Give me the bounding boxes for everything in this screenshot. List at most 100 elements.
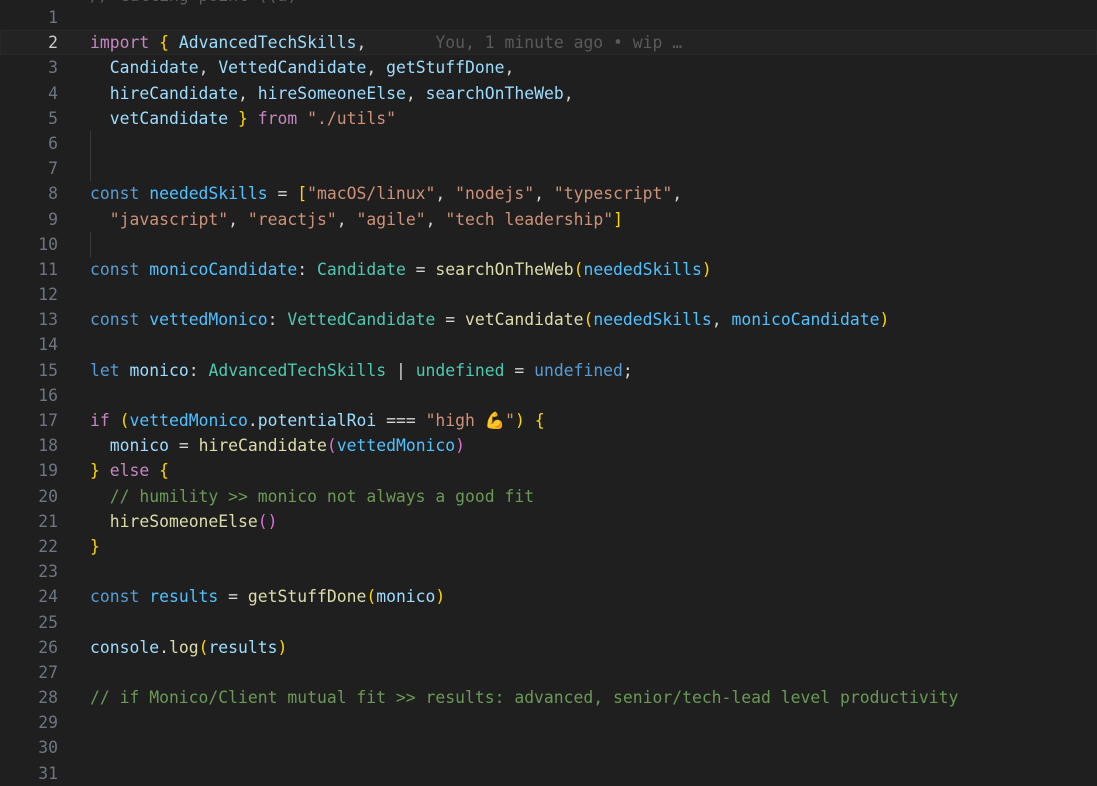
line-number: 6 <box>48 133 58 153</box>
code-line[interactable]: 22} <box>0 534 1097 559</box>
code-text[interactable]: const neededSkills = ["macOS/linux", "no… <box>90 181 682 206</box>
code-token: ( <box>326 436 337 456</box>
code-text[interactable]: hireCandidate, hireSomeoneElse, searchOn… <box>90 81 574 106</box>
code-token: hireSomeoneElse <box>257 83 406 103</box>
code-token: ) <box>879 310 890 330</box>
code-line[interactable]: 11 const monicoCandidate: Candidate = sea… <box>0 257 1097 282</box>
code-editor[interactable]: // Cutting point ((a) 12import { Advance… <box>0 0 1097 786</box>
code-line[interactable]: 23 <box>0 559 1097 584</box>
code-line[interactable]: 25 <box>0 610 1097 635</box>
code-line[interactable]: 17 if (vettedMonico.potentialRoi === "hig… <box>0 408 1097 433</box>
code-line[interactable]: 16 <box>0 383 1097 408</box>
code-token: "javascript" <box>109 209 229 229</box>
line-number: 10 <box>38 234 58 254</box>
code-token: getStuffDone <box>386 58 505 78</box>
code-text[interactable]: const monicoCandidate: Candidate = searc… <box>90 257 712 282</box>
line-number: 20 <box>38 486 58 506</box>
code-text[interactable]: const results = getStuffDone(monico) <box>90 584 445 609</box>
indent-guide <box>90 156 91 182</box>
code-line[interactable]: 26 console.log(results) <box>0 635 1097 660</box>
code-line[interactable]: 20 // humility >> monico not always a go… <box>0 484 1097 509</box>
code-token: hireCandidate <box>198 436 327 456</box>
code-line[interactable]: 1 <box>0 5 1097 30</box>
code-text[interactable]: Candidate, VettedCandidate, getStuffDone… <box>90 55 515 80</box>
code-text[interactable]: import { AdvancedTechSkills, You, 1 minu… <box>90 30 682 55</box>
code-token: vettedMonico <box>149 310 268 330</box>
code-line[interactable]: 2 import { AdvancedTechSkills, You, 1 min… <box>0 30 1097 56</box>
code-token: = <box>435 310 466 330</box>
line-number: 11 <box>38 259 58 279</box>
code-text[interactable]: vetCandidate } from "./utils" <box>90 106 396 131</box>
code-token: . <box>247 411 258 430</box>
code-token: neededSkills <box>593 310 712 330</box>
code-token: : <box>267 310 288 330</box>
code-line[interactable]: 14 <box>0 332 1097 357</box>
code-line[interactable]: 6 <box>0 130 1097 157</box>
code-token: { <box>534 411 545 430</box>
code-text[interactable]: monico = hireCandidate(vettedMonico) <box>90 433 465 458</box>
code-token: { <box>159 33 169 53</box>
code-line[interactable]: 10 <box>0 231 1097 257</box>
code-line[interactable]: 21 hireSomeoneElse() <box>0 509 1097 534</box>
code-line[interactable]: 18 monico = hireCandidate(vettedMonico) <box>0 433 1097 458</box>
code-line[interactable]: 12 <box>0 282 1097 307</box>
code-text[interactable]: // humility >> monico not always a good … <box>90 484 534 509</box>
code-token: results <box>149 587 219 607</box>
code-token: const <box>90 184 140 204</box>
line-number: 28 <box>38 688 58 708</box>
code-token: undefined <box>415 360 505 380</box>
line-number: 5 <box>48 108 58 128</box>
code-line[interactable]: 9 "javascript", "reactjs", "agile", "tec… <box>0 207 1097 232</box>
code-line[interactable]: 3 Candidate, VettedCandidate, getStuffDo… <box>0 55 1097 80</box>
code-line[interactable]: 5 vetCandidate } from "./utils" <box>0 106 1097 131</box>
code-line[interactable]: 13 const vettedMonico: VettedCandidate = … <box>0 307 1097 332</box>
code-line[interactable]: 15 let monico: AdvancedTechSkills | undef… <box>0 358 1097 383</box>
line-number: 12 <box>38 285 58 305</box>
code-line[interactable]: 28 // if Monico/Client mutual fit >> resu… <box>0 685 1097 710</box>
code-text[interactable]: const vettedMonico: VettedCandidate = ve… <box>90 307 889 332</box>
code-token: } <box>238 108 248 128</box>
line-number: 17 <box>38 411 58 430</box>
code-token: , <box>504 58 515 78</box>
code-line[interactable]: 19} else { <box>0 458 1097 483</box>
code-token: searchOnTheWeb <box>425 83 564 103</box>
code-token: . <box>159 637 169 657</box>
line-number: 16 <box>38 385 58 405</box>
code-text[interactable]: if (vettedMonico.potentialRoi === "high … <box>90 408 545 433</box>
code-line[interactable]: 8 const neededSkills = ["macOS/linux", "n… <box>0 181 1097 206</box>
code-lines[interactable]: 1 2 import { AdvancedTechSkills, You, 1 mi… <box>0 5 1097 786</box>
code-token: const <box>90 310 140 330</box>
code-line[interactable]: 7 <box>0 156 1097 182</box>
code-line[interactable]: 4 hireCandidate, hireSomeoneElse, search… <box>0 81 1097 106</box>
code-text[interactable]: } <box>90 534 100 559</box>
code-text[interactable]: // if Monico/Client mutual fit >> result… <box>90 685 958 710</box>
code-text[interactable]: console.log(results) <box>90 635 287 660</box>
code-token: ) <box>515 411 525 430</box>
code-token: "tech leadership" <box>445 209 614 229</box>
code-token: "typescript" <box>553 184 673 204</box>
code-text[interactable]: hireSomeoneElse() <box>90 509 278 534</box>
code-token: === <box>376 411 426 430</box>
code-line[interactable]: 30 <box>0 735 1097 760</box>
code-token: if <box>90 411 110 430</box>
code-token: "nodejs" <box>455 184 535 204</box>
code-text[interactable]: } else { <box>90 458 169 483</box>
code-text[interactable]: "javascript", "reactjs", "agile", "tech … <box>90 207 623 232</box>
code-token: = <box>218 587 248 607</box>
code-line[interactable]: 31 <box>0 761 1097 786</box>
code-line[interactable]: 24 const results = getStuffDone(monico) <box>0 584 1097 609</box>
code-text[interactable]: let monico: AdvancedTechSkills | undefin… <box>90 358 633 383</box>
line-number: 14 <box>38 335 58 355</box>
code-line[interactable]: 27 <box>0 660 1097 685</box>
code-line[interactable]: 29 <box>0 710 1097 735</box>
line-number: 27 <box>38 662 58 682</box>
